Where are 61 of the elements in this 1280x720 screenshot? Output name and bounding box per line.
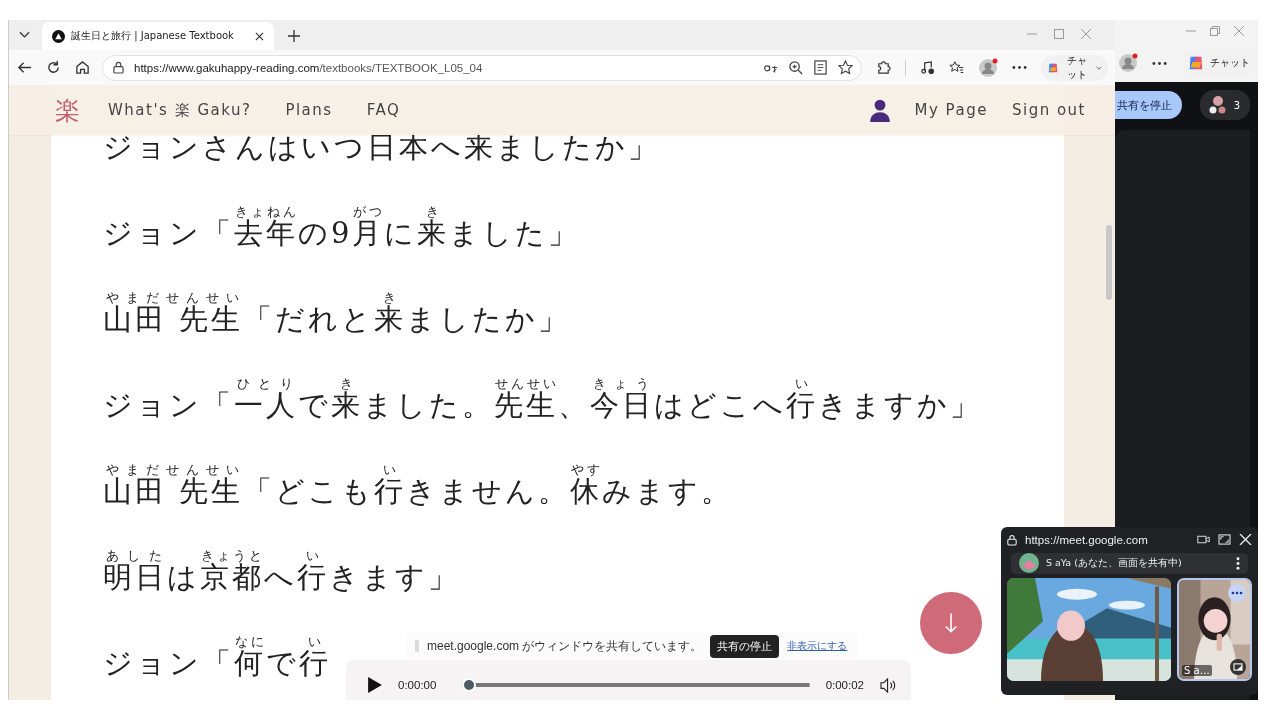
- tab-list-icon[interactable]: [19, 31, 30, 39]
- dialogue-line: ジョン「何 なに で行 い: [103, 635, 331, 681]
- new-tab-icon[interactable]: [288, 30, 300, 42]
- participant-name: S a…: [1182, 665, 1212, 676]
- stop-sharing-button[interactable]: 共有を停止: [1115, 91, 1182, 119]
- participants-button[interactable]: 3: [1199, 90, 1250, 120]
- more-icon[interactable]: [1236, 556, 1240, 570]
- current-time: 0:00:00: [398, 679, 437, 691]
- expand-icon[interactable]: [1218, 534, 1231, 546]
- dialogue-line: ジョン「一人 ひとり で来 き ました。先生 せんせい 、今日 きょう はどこへ行 い きますか」: [103, 377, 982, 423]
- nav-link[interactable]: My Page: [914, 101, 988, 119]
- nav-link[interactable]: Plans: [285, 101, 333, 119]
- reader-icon[interactable]: [813, 60, 828, 75]
- dialogue-line: 明日 あした は 京都 きょうと へ行 い きます」: [103, 549, 460, 595]
- more-icon[interactable]: [1228, 584, 1246, 603]
- back-icon[interactable]: [17, 60, 32, 75]
- nav-link[interactable]: Sign out: [1011, 101, 1086, 119]
- music-icon[interactable]: [919, 60, 935, 75]
- avatar-icon: [1019, 553, 1039, 574]
- pip-icon[interactable]: [1230, 659, 1246, 675]
- presenter-name: S aYa (あなた、画面を共有中): [1046, 556, 1182, 570]
- home-icon[interactable]: [75, 60, 90, 75]
- lock-icon: [113, 61, 124, 74]
- share-message: meet.google.com がウィンドウを共有しています。: [427, 637, 703, 655]
- copilot-icon: [1187, 54, 1205, 72]
- restore-icon[interactable]: [1210, 26, 1220, 36]
- star-icon[interactable]: [838, 60, 853, 75]
- puzzle-icon[interactable]: [876, 60, 891, 75]
- play-icon[interactable]: [368, 677, 382, 693]
- nav-link[interactable]: What's 楽 Gaku?: [108, 100, 252, 120]
- user-icon[interactable]: [868, 98, 891, 122]
- browser-tab[interactable]: 誕生日と旅行 | Japanese Textbook: [42, 22, 274, 50]
- hide-link[interactable]: 非表示にする: [787, 639, 848, 653]
- dialogue-line: 山田 先生 やまだせんせい 「どこも 行 い きません。休 やす みます。: [103, 463, 734, 509]
- nav-link[interactable]: FAQ: [366, 101, 401, 119]
- profile-icon[interactable]: [1118, 53, 1138, 73]
- camera-icon[interactable]: [1197, 534, 1210, 546]
- avatar-group-icon: [1207, 95, 1228, 115]
- zoom-icon[interactable]: [788, 60, 803, 75]
- reload-icon[interactable]: [46, 60, 61, 75]
- seek-thumb[interactable]: [462, 678, 477, 692]
- chat-button[interactable]: チャット: [1040, 54, 1108, 81]
- favorites-icon[interactable]: [948, 60, 964, 75]
- dialogue-line: 山田 先生 やまだせんせい 「だれと 来 き ましたか」: [103, 291, 571, 337]
- url-text: https://www.gakuhappy-reading.com/textbooks/TEXTBOOK_L05_04: [134, 61, 483, 74]
- close-icon[interactable]: [255, 31, 264, 41]
- caret-icon: [1095, 64, 1102, 71]
- site-icon: [52, 29, 65, 43]
- dialogue-line: ジョン「去年 きょねん の9月 がつ に 来 き ました」: [103, 205, 581, 251]
- arrow-down-icon: [944, 611, 958, 635]
- duration-time: 0:00:02: [825, 679, 864, 691]
- address-bar[interactable]: https://www.gakuhappy-reading.com/textbooks/TEXTBOOK_L05_04: [102, 54, 862, 81]
- drag-handle-icon[interactable]: [415, 640, 419, 652]
- volume-icon[interactable]: [880, 677, 897, 693]
- scrollbar-thumb[interactable]: [1106, 225, 1112, 300]
- lock-icon: [1007, 533, 1017, 546]
- popup-url: https://meet.google.com: [1025, 533, 1148, 546]
- stop-sharing-button[interactable]: 共有の停止: [710, 634, 780, 658]
- profile-icon[interactable]: [977, 57, 998, 78]
- site-logo[interactable]: 楽: [55, 93, 80, 127]
- dialogue-line: ジョンさんはいつ日本へ来ましたか」: [103, 130, 660, 165]
